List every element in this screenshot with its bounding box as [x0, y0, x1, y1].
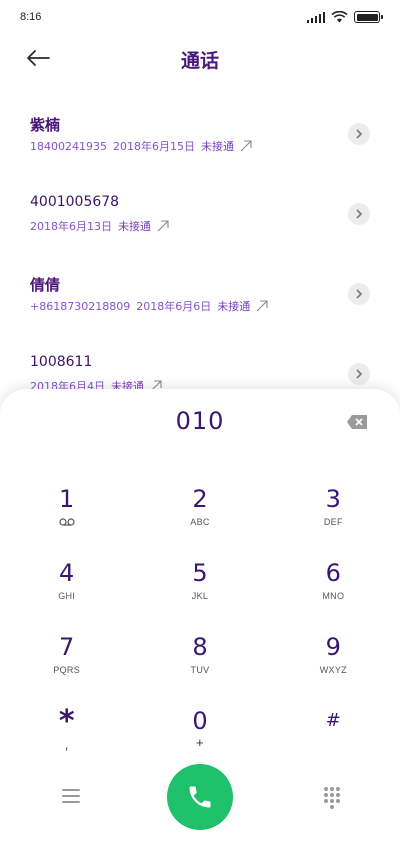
key-letters: JKL [191, 591, 209, 601]
key-letters: WXYZ [319, 665, 347, 675]
key-2[interactable]: 2 ABC [133, 481, 266, 555]
call-date: 2018年6月6日 [136, 300, 212, 313]
keypad-row: 4 GHI 5 JKL 6 MNO [0, 555, 400, 629]
status-time: 8:16 [20, 11, 42, 23]
call-status: 未接通 [217, 300, 251, 313]
page-title: 通话 [180, 50, 219, 72]
call-date: 2018年6月15日 [112, 140, 195, 153]
key-digit: 3 [325, 485, 341, 513]
key-letters: DEF [323, 517, 343, 527]
wifi-icon [331, 11, 348, 23]
call-list: 紫楠 18400241935 2018年6月15日 未接通 4001005678… [0, 100, 400, 420]
keypad-row: 1 2 ABC 3 DEF [0, 481, 400, 555]
key-letters: PQRS [53, 665, 81, 675]
call-name: 倩倩 [30, 276, 61, 294]
key-digit: 6 [325, 559, 341, 587]
key-letters: , [64, 737, 69, 752]
key-6[interactable]: 6 MNO [267, 555, 400, 629]
call-button[interactable] [167, 764, 233, 830]
chevron-right-icon [356, 129, 363, 139]
key-9[interactable]: 9 WXYZ [267, 629, 400, 703]
key-digit: # [325, 710, 341, 731]
key-digit: 9 [325, 633, 341, 661]
arrow-up-right-icon [256, 300, 268, 312]
key-4[interactable]: 4 GHI [0, 555, 133, 629]
key-digit: 8 [192, 633, 208, 661]
dialpad-icon [324, 787, 340, 809]
call-meta: +8618730218809 2018年6月6日 未接通 [30, 298, 268, 314]
detail-button[interactable] [348, 203, 370, 225]
battery-level [356, 13, 378, 21]
call-status: 未接通 [200, 140, 234, 153]
key-letters: MNO [322, 591, 345, 601]
call-row[interactable]: 4001005678 2018年6月13日 未接通 [0, 180, 400, 260]
detail-button[interactable] [348, 363, 370, 385]
key-digit: * [58, 704, 75, 739]
dialpad-toggle-button[interactable] [319, 784, 345, 810]
key-letters: TUV [190, 665, 210, 675]
key-3[interactable]: 3 DEF [267, 481, 400, 555]
dial-panel: 010 1 2 ABC 3 DEF 4 GHI 5 JKL 6 MNO 7 PQ… [0, 389, 400, 866]
call-date: 2018年6月13日 [30, 220, 112, 233]
key-1[interactable]: 1 [0, 481, 133, 555]
call-meta: 18400241935 2018年6月15日 未接通 [30, 138, 252, 154]
call-name: 紫楠 [30, 116, 61, 134]
chevron-right-icon [356, 289, 363, 299]
call-row[interactable]: 倩倩 +8618730218809 2018年6月6日 未接通 [0, 260, 400, 340]
key-digit: 1 [59, 485, 75, 513]
key-8[interactable]: 8 TUV [133, 629, 266, 703]
key-digit: 5 [192, 559, 208, 587]
menu-button[interactable] [58, 786, 84, 806]
keypad-row: 7 PQRS 8 TUV 9 WXYZ [0, 629, 400, 703]
dial-input[interactable]: 010 [0, 407, 400, 435]
phone-icon [189, 786, 211, 808]
call-name: 1008611 [30, 354, 93, 370]
key-letters: GHI [58, 591, 76, 601]
key-5[interactable]: 5 JKL [133, 555, 266, 629]
key-digit: 4 [59, 559, 75, 587]
detail-button[interactable] [348, 123, 370, 145]
header: 通话 [0, 36, 400, 80]
battery-icon [354, 11, 383, 23]
call-meta: 2018年6月13日 未接通 [30, 218, 169, 234]
call-number: +8618730218809 [30, 299, 131, 313]
detail-button[interactable] [348, 283, 370, 305]
key-letters: + [196, 735, 204, 750]
arrow-up-right-icon [157, 220, 169, 232]
call-status: 未接通 [118, 220, 151, 233]
key-letters: ABC [190, 517, 210, 527]
key-digit: 7 [59, 633, 75, 661]
key-digit: 0 [192, 707, 208, 735]
call-number: 18400241935 [30, 139, 107, 153]
key-digit: 2 [192, 485, 208, 513]
menu-icon [62, 789, 80, 803]
status-bar: 8:16 [0, 0, 400, 36]
keypad: 1 2 ABC 3 DEF 4 GHI 5 JKL 6 MNO 7 PQRS 8… [0, 481, 400, 777]
call-row[interactable]: 紫楠 18400241935 2018年6月15日 未接通 [0, 100, 400, 180]
chevron-right-icon [356, 209, 363, 219]
backspace-button[interactable] [346, 414, 368, 430]
signal-icon [306, 11, 325, 23]
call-name: 4001005678 [30, 194, 120, 210]
status-icons [306, 11, 383, 23]
key-7[interactable]: 7 PQRS [0, 629, 133, 703]
chevron-right-icon [356, 369, 363, 379]
arrow-up-right-icon [240, 140, 252, 152]
voicemail-icon [59, 518, 75, 526]
bottom-bar [0, 762, 400, 832]
backspace-icon [347, 415, 367, 429]
